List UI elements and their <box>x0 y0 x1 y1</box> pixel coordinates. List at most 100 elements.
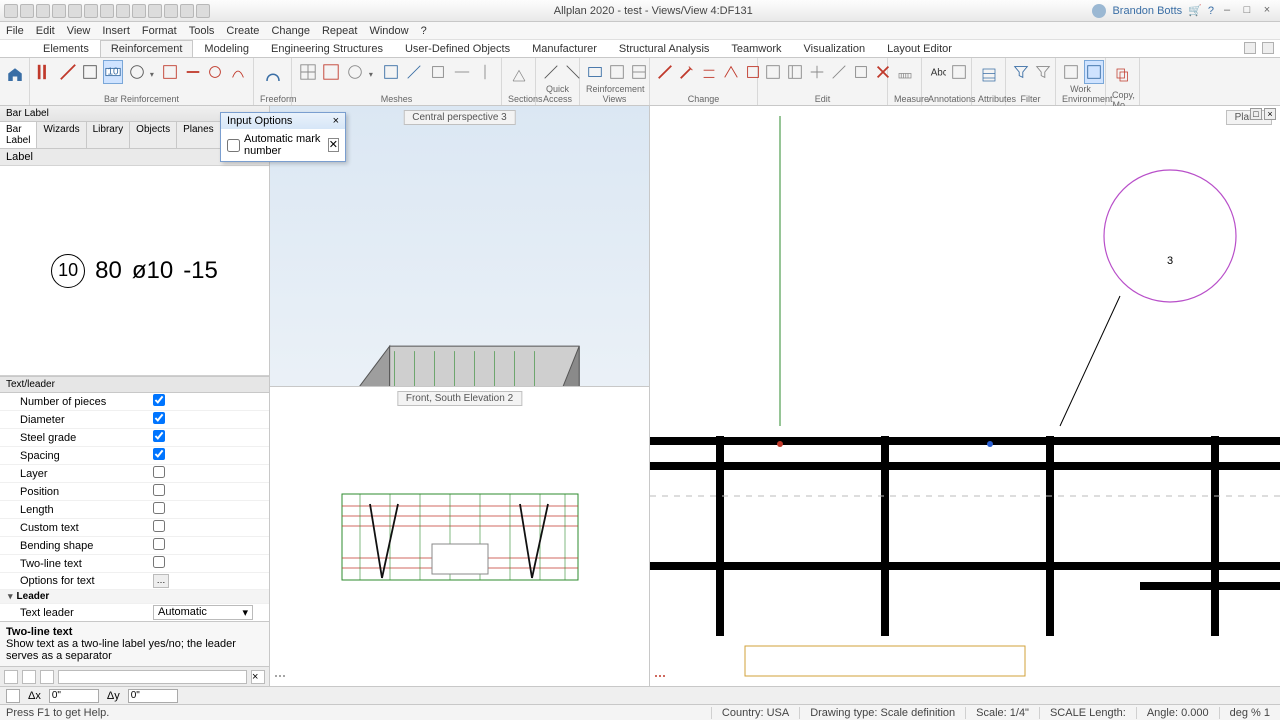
tab-modeling[interactable]: Modeling <box>193 40 260 57</box>
edit-icon[interactable] <box>852 60 870 84</box>
status-dtype[interactable]: Scale definition <box>881 707 956 719</box>
property-row[interactable]: Layer <box>0 465 269 483</box>
popup-close[interactable]: × <box>333 115 339 127</box>
dropdown-icon[interactable] <box>369 68 377 76</box>
edit-icon[interactable] <box>786 60 804 84</box>
menu-window[interactable]: Window <box>369 25 408 37</box>
property-list[interactable]: Number of piecesDiameterSteel gradeSpaci… <box>0 393 269 621</box>
property-row[interactable]: Number of pieces <box>0 393 269 411</box>
foot-dropdown[interactable] <box>58 670 247 684</box>
mesh-icon[interactable] <box>452 60 472 84</box>
property-row[interactable]: Diameter <box>0 411 269 429</box>
tab-layout[interactable]: Layout Editor <box>876 40 963 57</box>
property-row[interactable]: Bending shape <box>0 537 269 555</box>
text-icon[interactable]: Abc <box>928 60 946 84</box>
menu-change[interactable]: Change <box>271 25 310 37</box>
view-label[interactable]: Front, South Elevation 2 <box>397 391 522 406</box>
bar-icon[interactable] <box>58 60 76 84</box>
property-row[interactable]: Steel grade <box>0 429 269 447</box>
mesh-icon[interactable] <box>381 60 401 84</box>
measure-icon[interactable] <box>894 60 915 90</box>
help-icon[interactable]: ? <box>1208 5 1214 17</box>
qat-button[interactable] <box>36 4 50 18</box>
qat-button[interactable] <box>20 4 34 18</box>
close-button[interactable]: × <box>1260 4 1274 18</box>
property-checkbox[interactable] <box>153 556 165 568</box>
qat-button[interactable] <box>116 4 130 18</box>
qa-icon[interactable] <box>542 60 560 84</box>
foot-btn[interactable] <box>40 670 54 684</box>
cart-icon[interactable]: 🛒 <box>1188 4 1202 17</box>
change-icon[interactable] <box>656 60 674 84</box>
maximize-button[interactable]: □ <box>1240 4 1254 18</box>
ptab-barlabel[interactable]: Bar Label <box>0 122 37 148</box>
menu-format[interactable]: Format <box>142 25 177 37</box>
search-icon[interactable] <box>1262 42 1274 54</box>
viewport-elevation[interactable]: Front, South Elevation 2 <box>270 387 649 686</box>
menu-file[interactable]: File <box>6 25 24 37</box>
property-checkbox[interactable] <box>153 466 165 478</box>
dy-input[interactable] <box>128 689 178 703</box>
property-row[interactable]: Length <box>0 501 269 519</box>
foot-btn[interactable] <box>4 670 18 684</box>
bar-icon[interactable] <box>161 60 179 84</box>
minimize-button[interactable]: – <box>1220 4 1234 18</box>
tab-elements[interactable]: Elements <box>32 40 100 57</box>
qat-button[interactable] <box>180 4 194 18</box>
property-row[interactable]: Two-line text <box>0 555 269 573</box>
property-row[interactable]: Text leaderAutomatic▾ <box>0 604 269 621</box>
copy-icon[interactable] <box>1112 60 1133 90</box>
home-icon[interactable] <box>6 60 24 90</box>
bar-icon[interactable] <box>127 60 145 84</box>
mesh-icon[interactable] <box>298 60 318 84</box>
change-icon[interactable] <box>722 60 740 84</box>
env-icon[interactable] <box>1062 60 1080 84</box>
tab-visualization[interactable]: Visualization <box>793 40 877 57</box>
mesh-icon[interactable] <box>404 60 424 84</box>
status-country[interactable]: USA <box>767 707 790 719</box>
qat-button[interactable] <box>196 4 210 18</box>
property-row[interactable]: Position <box>0 483 269 501</box>
view-menu-icon[interactable] <box>654 670 666 682</box>
filter-icon[interactable] <box>1034 60 1052 84</box>
status-angle[interactable]: 0.000 <box>1181 707 1209 719</box>
menu-edit[interactable]: Edit <box>36 25 55 37</box>
property-checkbox[interactable] <box>153 430 165 442</box>
property-checkbox[interactable] <box>153 394 165 406</box>
qat-button[interactable] <box>100 4 114 18</box>
property-checkbox[interactable] <box>153 502 165 514</box>
qat-button[interactable] <box>68 4 82 18</box>
property-checkbox[interactable] <box>153 448 165 460</box>
qat-button[interactable] <box>148 4 162 18</box>
property-combo[interactable]: Automatic▾ <box>153 605 253 620</box>
user-icon[interactable] <box>1092 4 1106 18</box>
menu-repeat[interactable]: Repeat <box>322 25 357 37</box>
ptab-objects[interactable]: Objects <box>130 122 177 148</box>
attr-icon[interactable] <box>978 60 999 90</box>
property-group[interactable]: Leader <box>0 590 269 604</box>
property-row[interactable]: Custom text <box>0 519 269 537</box>
view-icon[interactable] <box>630 60 648 84</box>
property-checkbox[interactable] <box>153 412 165 424</box>
popup-checkbox[interactable] <box>227 139 240 152</box>
bar-icon[interactable] <box>36 60 54 84</box>
bar-label-icon[interactable]: 10 <box>103 60 123 84</box>
mesh-icon[interactable] <box>428 60 448 84</box>
settings-icon[interactable] <box>1244 42 1256 54</box>
edit-icon[interactable] <box>764 60 782 84</box>
tab-teamwork[interactable]: Teamwork <box>720 40 792 57</box>
tab-structural[interactable]: Structural Analysis <box>608 40 720 57</box>
bar-icon[interactable] <box>206 60 224 84</box>
bar-icon[interactable] <box>184 60 202 84</box>
bar-icon[interactable] <box>81 60 99 84</box>
qat-button[interactable] <box>84 4 98 18</box>
view-menu-icon[interactable] <box>274 670 286 682</box>
tab-engineering[interactable]: Engineering Structures <box>260 40 394 57</box>
bar-icon[interactable] <box>229 60 247 84</box>
ptab-library[interactable]: Library <box>87 122 131 148</box>
tab-manufacturer[interactable]: Manufacturer <box>521 40 608 57</box>
mesh-icon[interactable] <box>475 60 495 84</box>
property-pick[interactable]: … <box>153 574 169 588</box>
change-icon[interactable] <box>700 60 718 84</box>
property-row[interactable]: Options for text… <box>0 573 269 590</box>
